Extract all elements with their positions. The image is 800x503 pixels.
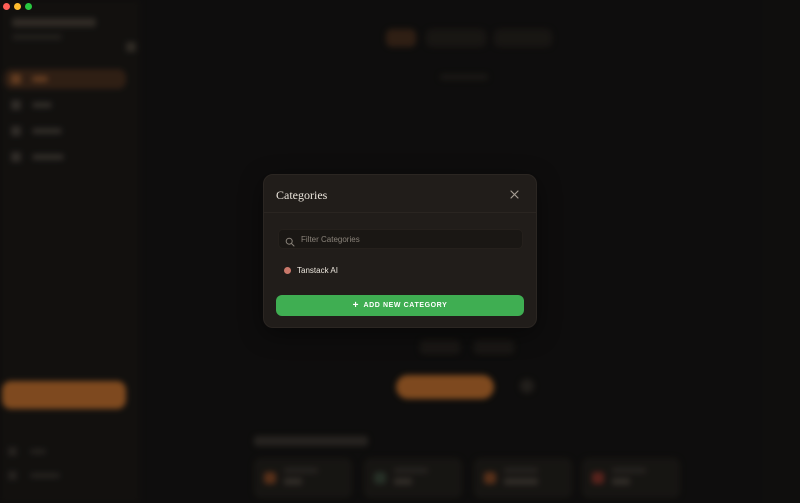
plus-icon: + [352,299,359,311]
category-label: Tanstack AI [297,266,338,275]
window-close-icon[interactable] [3,3,10,10]
dialog-title: Categories [276,188,328,202]
dialog-divider [264,212,536,213]
category-color-dot [284,267,291,274]
add-new-category-label: ADD NEW CATEGORY [363,302,448,309]
window-maximize-icon[interactable] [25,3,32,10]
search-icon [285,234,295,247]
add-new-category-button[interactable]: + ADD NEW CATEGORY [276,295,524,316]
category-search-box [278,229,523,249]
categories-dialog: Categories Tanstack AI + ADD NEW CATEGOR… [263,174,537,328]
window-minimize-icon[interactable] [14,3,21,10]
filter-categories-input[interactable] [301,230,516,248]
close-icon[interactable] [509,189,520,200]
